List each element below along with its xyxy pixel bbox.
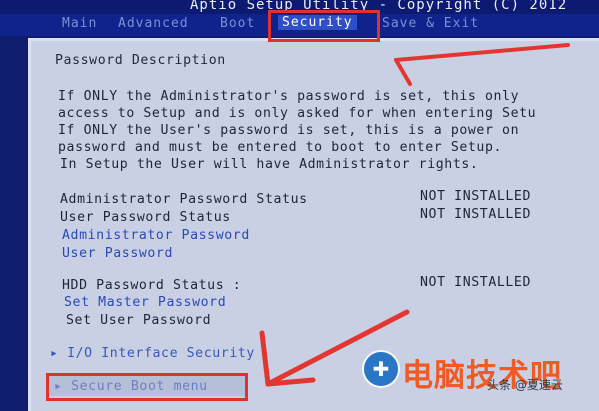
author-watermark-text: 头条 @夏速云 — [487, 378, 563, 392]
annotation-arrows — [259, 43, 570, 387]
arrow-to-security-icon — [394, 43, 570, 86]
brand-logo-icon: ✚ — [362, 350, 400, 388]
